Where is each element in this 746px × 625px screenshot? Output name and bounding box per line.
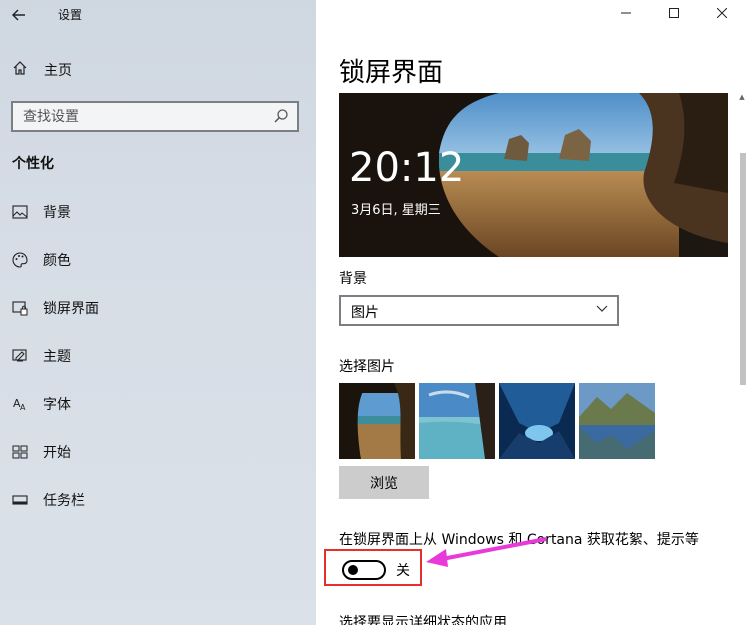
background-dropdown[interactable]: 图片 <box>339 295 619 326</box>
main-panel: 锁屏界面 20:12 3月6日, 星期三 背景 图片 选择图片 浏览 在锁屏界面… <box>316 0 746 625</box>
picture-thumbnails <box>339 383 655 459</box>
sidebar-item-background[interactable]: 背景 <box>0 188 316 236</box>
home-icon <box>12 60 32 80</box>
search-box[interactable] <box>11 101 299 132</box>
lock-screen-icon <box>11 299 29 317</box>
lock-screen-preview: 20:12 3月6日, 星期三 <box>339 93 728 257</box>
section-header: 个性化 <box>12 156 54 172</box>
sidebar-item-label: 主题 <box>43 349 71 365</box>
choose-picture-label: 选择图片 <box>339 359 395 375</box>
window-controls <box>602 0 746 28</box>
app-title: 设置 <box>58 8 83 22</box>
close-icon <box>716 7 728 19</box>
start-icon <box>11 443 29 461</box>
image-icon <box>11 203 29 221</box>
page-title: 锁屏界面 <box>339 58 444 88</box>
detail-status-label: 选择要显示详细状态的应用 <box>339 615 507 625</box>
back-button[interactable] <box>8 4 30 26</box>
background-dropdown-value: 图片 <box>351 305 379 321</box>
svg-text:A: A <box>20 403 26 412</box>
home-label: 主页 <box>44 63 72 79</box>
minimize-button[interactable] <box>602 0 650 28</box>
thumbnail-cave-beach[interactable] <box>339 383 415 459</box>
close-button[interactable] <box>698 0 746 28</box>
toggle-state-label: 关 <box>396 563 410 579</box>
fun-facts-toggle[interactable] <box>342 560 386 580</box>
title-bar: 设置 <box>0 0 316 30</box>
scrollbar-thumb[interactable] <box>740 153 746 385</box>
minimize-icon <box>621 12 631 14</box>
sidebar-item-fonts[interactable]: AA 字体 <box>0 380 316 428</box>
palette-icon <box>11 251 29 269</box>
back-arrow-icon <box>12 9 25 21</box>
background-label: 背景 <box>339 271 367 287</box>
sidebar: 设置 主页 个性化 背景 颜色 锁屏界面 主题 AA 字体 <box>0 0 316 625</box>
nav-list: 背景 颜色 锁屏界面 主题 AA 字体 开始 任务栏 <box>0 188 316 524</box>
annotation-arrow-icon <box>426 537 547 567</box>
preview-date: 3月6日, 星期三 <box>351 203 441 218</box>
maximize-icon <box>669 8 679 18</box>
sidebar-item-lock-screen[interactable]: 锁屏界面 <box>0 284 316 332</box>
sidebar-item-label: 任务栏 <box>43 493 85 509</box>
theme-icon <box>11 347 29 365</box>
highlight-box: 关 <box>324 549 422 586</box>
toggle-knob <box>348 565 358 575</box>
sidebar-item-label: 背景 <box>43 205 71 221</box>
scrollbar[interactable]: ▲ <box>738 93 746 625</box>
font-icon: AA <box>11 395 29 413</box>
sidebar-item-label: 颜色 <box>43 253 71 269</box>
sidebar-item-start[interactable]: 开始 <box>0 428 316 476</box>
sidebar-item-themes[interactable]: 主题 <box>0 332 316 380</box>
thumbnail-ice-cave[interactable] <box>499 383 575 459</box>
maximize-button[interactable] <box>650 0 698 28</box>
sidebar-item-colors[interactable]: 颜色 <box>0 236 316 284</box>
search-icon[interactable] <box>273 108 289 124</box>
search-input[interactable] <box>13 103 297 130</box>
sidebar-item-label: 开始 <box>43 445 71 461</box>
chevron-down-icon <box>595 301 609 319</box>
thumbnail-ocean-view[interactable] <box>419 383 495 459</box>
thumbnail-mountain-lake[interactable] <box>579 383 655 459</box>
scroll-up-icon[interactable]: ▲ <box>738 93 746 103</box>
sidebar-item-taskbar[interactable]: 任务栏 <box>0 476 316 524</box>
preview-clock: 20:12 <box>349 145 465 191</box>
sidebar-item-label: 字体 <box>43 397 71 413</box>
browse-button[interactable]: 浏览 <box>339 466 429 499</box>
home-link[interactable]: 主页 <box>12 59 72 81</box>
taskbar-icon <box>11 491 29 509</box>
sidebar-item-label: 锁屏界面 <box>43 301 99 317</box>
